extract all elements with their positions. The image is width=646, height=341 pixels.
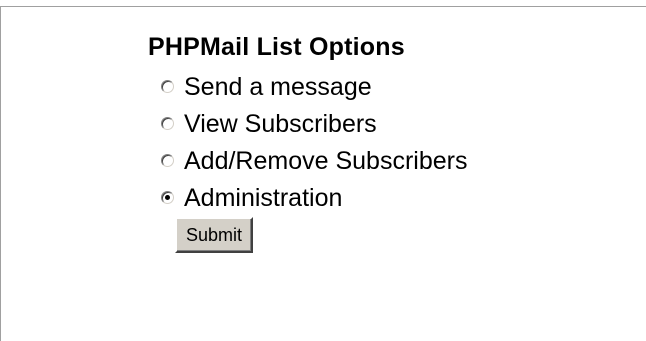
option-view-subscribers[interactable]: View Subscribers [161,105,588,142]
option-label-administration: Administration [184,183,343,212]
option-send-message[interactable]: Send a message [161,68,588,105]
submit-row: Submit [148,217,588,253]
form-title: PHPMail List Options [148,33,405,61]
radio-send-message[interactable] [161,80,174,93]
radio-add-remove-subscribers[interactable] [161,154,174,167]
option-add-remove-subscribers[interactable]: Add/Remove Subscribers [161,142,588,179]
option-label-send-message: Send a message [184,72,372,101]
radio-administration[interactable] [161,191,174,204]
submit-button[interactable]: Submit [175,217,254,253]
option-label-add-remove-subscribers: Add/Remove Subscribers [184,146,468,175]
list-options-form: PHPMail List Options Send a message View… [148,32,588,253]
option-label-view-subscribers: View Subscribers [184,109,377,138]
radio-view-subscribers[interactable] [161,117,174,130]
frame-top-border [0,6,646,7]
frame-left-border [0,6,1,341]
options-radio-group: Send a message View Subscribers Add/Remo… [148,68,588,216]
option-administration[interactable]: Administration [161,179,588,216]
